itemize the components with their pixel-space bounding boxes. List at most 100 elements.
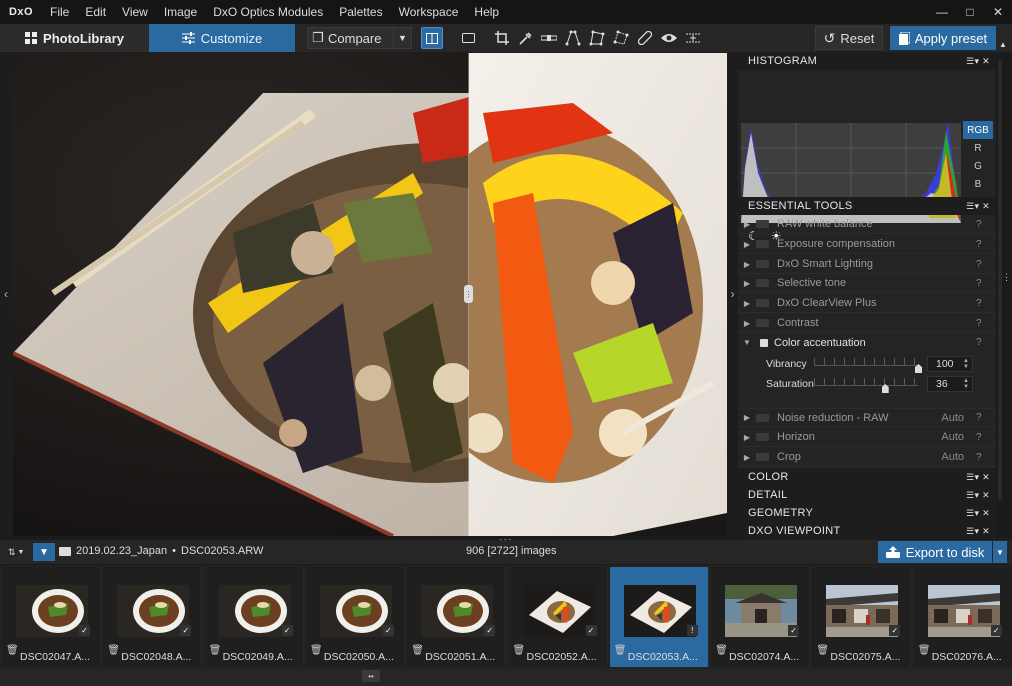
help-icon[interactable]: ? xyxy=(976,259,990,270)
horizon-tool-button[interactable] xyxy=(538,27,560,49)
channel-b[interactable]: B xyxy=(963,175,993,193)
saturation-slider-track[interactable] xyxy=(814,378,918,386)
filter-button[interactable]: ▼ xyxy=(33,543,55,561)
palette-menu-icon[interactable]: ☰▾ ✕ xyxy=(966,526,990,537)
trash-icon[interactable]: 🗑 xyxy=(614,645,627,656)
check-icon[interactable]: ✓ xyxy=(889,625,901,636)
toggle-icon[interactable] xyxy=(756,299,769,307)
palette-viewpoint-header[interactable]: DXO VIEWPOINT ☰▾ ✕ xyxy=(738,522,996,540)
folder-name[interactable]: 2019.02.23_Japan xyxy=(76,545,167,557)
menu-file[interactable]: File xyxy=(42,0,77,24)
toggle-icon[interactable] xyxy=(756,260,769,268)
tool-horizon[interactable]: ▶ Horizon Auto ? xyxy=(738,428,996,447)
expand-icon[interactable]: ▶ xyxy=(738,433,756,442)
thumbnail-dsc02047-a[interactable]: ✓ 🗑 DSC02047.A... xyxy=(2,567,101,667)
thumbnail-dsc02053-a[interactable]: ! 🗑 DSC02053.A... xyxy=(609,567,709,667)
perspective-4pt-button[interactable] xyxy=(586,27,608,49)
check-icon[interactable]: ✓ xyxy=(382,625,394,636)
expand-icon[interactable]: ▶ xyxy=(738,299,756,308)
collapse-right-icon[interactable]: › xyxy=(727,284,738,304)
trash-icon[interactable]: 🗑 xyxy=(715,645,728,656)
minimize-icon[interactable]: — xyxy=(928,0,956,24)
palette-color-header[interactable]: COLOR ☰▾ ✕ xyxy=(738,468,996,486)
scroll-handle-icon[interactable]: •• xyxy=(362,670,380,682)
spinner-icon[interactable]: ▲ ▼ xyxy=(963,378,969,390)
thumbnail-dsc02074-a[interactable]: ✓ 🗑 DSC02074.A... xyxy=(711,567,811,667)
trash-icon[interactable]: 🗑 xyxy=(209,645,222,656)
compare-button[interactable]: ❐ Compare ▼ xyxy=(307,27,412,49)
help-icon[interactable]: ? xyxy=(976,412,990,423)
toggle-icon[interactable] xyxy=(756,433,769,441)
tab-photolibrary[interactable]: PhotoLibrary xyxy=(0,24,149,52)
color-picker-button[interactable] xyxy=(514,27,536,49)
expand-icon[interactable]: ▶ xyxy=(738,260,756,269)
tool-crop[interactable]: ▶ Crop Auto ? xyxy=(738,448,996,467)
palette-detail-header[interactable]: DETAIL ☰▾ ✕ xyxy=(738,486,996,504)
crop-tool-button[interactable] xyxy=(491,27,513,49)
expand-icon[interactable]: ▶ xyxy=(738,453,756,462)
warning-icon[interactable]: ! xyxy=(686,625,698,636)
toggle-icon[interactable] xyxy=(756,453,769,461)
thumbnail-dsc02076-a[interactable]: ✓ 🗑 DSC02076.A... xyxy=(913,567,1012,667)
check-icon[interactable]: ✓ xyxy=(990,625,1002,636)
toggle-on-icon[interactable] xyxy=(760,338,768,347)
channel-rgb[interactable]: RGB xyxy=(963,121,993,139)
toggle-icon[interactable] xyxy=(756,413,769,422)
panel-scrollbar[interactable]: ⋮ xyxy=(996,52,1012,540)
sort-button[interactable]: ⇅ ▼ xyxy=(8,544,28,560)
single-view-button[interactable] xyxy=(457,27,479,49)
channel-r[interactable]: R xyxy=(963,139,993,157)
trash-icon[interactable]: 🗑 xyxy=(6,645,19,656)
menu-workspace[interactable]: Workspace xyxy=(391,0,467,24)
tool-smart-lighting[interactable]: ▶ DxO Smart Lighting ? xyxy=(738,255,996,274)
menu-palettes[interactable]: Palettes xyxy=(331,0,390,24)
collapse-left-icon[interactable]: ‹ xyxy=(0,284,12,304)
tool-selective-tone[interactable]: ▶ Selective tone ? xyxy=(738,274,996,293)
spinner-icon[interactable]: ▲ ▼ xyxy=(963,358,969,370)
menu-edit[interactable]: Edit xyxy=(77,0,114,24)
thumbnail-dsc02049-a[interactable]: ✓ 🗑 DSC02049.A... xyxy=(204,567,304,667)
menu-help[interactable]: Help xyxy=(466,0,507,24)
help-icon[interactable]: ? xyxy=(976,432,990,443)
tool-raw-white-balance[interactable]: ▶ RAW white balance ? xyxy=(738,215,996,234)
thumbnail-dsc02048-a[interactable]: ✓ 🗑 DSC02048.A... xyxy=(103,567,203,667)
apply-preset-button[interactable]: Apply preset xyxy=(890,26,996,50)
export-to-disk-button[interactable]: Export to disk xyxy=(878,541,992,563)
help-icon[interactable]: ? xyxy=(976,298,990,309)
help-icon[interactable]: ? xyxy=(976,318,990,329)
check-icon[interactable]: ✓ xyxy=(484,625,496,636)
saturation-value[interactable]: 36 ▲ ▼ xyxy=(927,376,973,392)
check-icon[interactable]: ✓ xyxy=(79,625,90,636)
palette-menu-icon[interactable]: ☰▾ ✕ xyxy=(966,508,990,519)
maximize-icon[interactable]: □ xyxy=(956,0,984,24)
red-eye-tool-button[interactable] xyxy=(658,27,680,49)
menu-image[interactable]: Image xyxy=(156,0,205,24)
trash-icon[interactable]: 🗑 xyxy=(310,645,323,656)
repair-tool-button[interactable] xyxy=(634,27,656,49)
palette-geometry-header[interactable]: GEOMETRY ☰▾ ✕ xyxy=(738,504,996,522)
help-icon[interactable]: ? xyxy=(976,219,990,230)
image-viewer[interactable]: ⋮ ‹ › xyxy=(0,52,738,536)
toggle-icon[interactable] xyxy=(756,240,769,248)
essential-tools-header[interactable]: ESSENTIAL TOOLS ☰▾ ✕ xyxy=(738,197,996,215)
tool-clearview-plus[interactable]: ▶ DxO ClearView Plus ? xyxy=(738,294,996,313)
thumbnail-dsc02051-a[interactable]: ✓ 🗑 DSC02051.A... xyxy=(407,567,507,667)
panel-handle-icon[interactable]: ⋮ xyxy=(1002,272,1011,283)
photo-canvas[interactable]: ⋮ xyxy=(13,53,727,536)
perspective-8pt-button[interactable] xyxy=(610,27,632,49)
expand-icon[interactable]: ▶ xyxy=(738,240,756,249)
export-dropdown-icon[interactable]: ▼ xyxy=(993,541,1007,563)
help-icon[interactable]: ? xyxy=(976,239,990,250)
thumbnail-dsc02052-a[interactable]: ✓ 🗑 DSC02052.A... xyxy=(508,567,608,667)
menu-dxo-optics-modules[interactable]: DxO Optics Modules xyxy=(205,0,331,24)
trash-icon[interactable]: 🗑 xyxy=(513,645,526,656)
grid-overlay-button[interactable] xyxy=(682,27,704,49)
expand-icon[interactable]: ▶ xyxy=(738,319,756,328)
split-view-button[interactable] xyxy=(421,27,443,49)
help-icon[interactable]: ? xyxy=(976,278,990,289)
toggle-icon[interactable] xyxy=(756,279,769,287)
thumbnail-dsc02050-a[interactable]: ✓ 🗑 DSC02050.A... xyxy=(305,567,405,667)
tool-contrast[interactable]: ▶ Contrast ? xyxy=(738,314,996,333)
help-icon[interactable]: ? xyxy=(976,452,990,463)
collapse-icon[interactable]: ▼ xyxy=(738,338,756,347)
